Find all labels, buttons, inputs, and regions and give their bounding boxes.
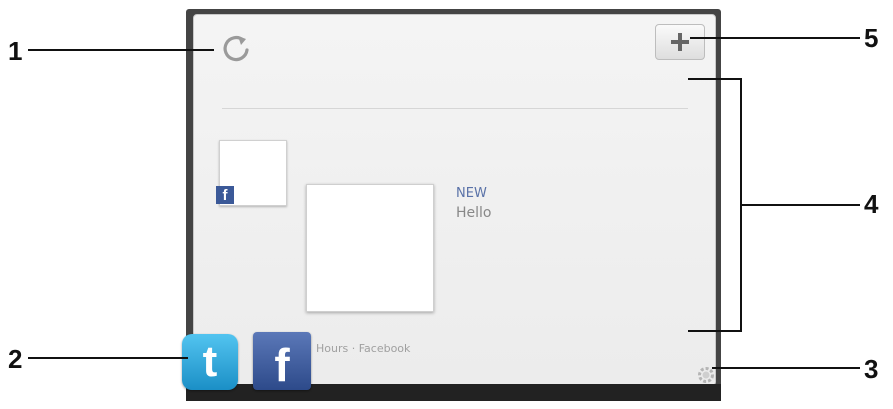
callout-line-4	[740, 204, 860, 206]
bracket-top	[688, 78, 742, 80]
callout-5: 5	[864, 23, 879, 53]
post-title: NEW	[456, 186, 487, 201]
callout-1: 1	[8, 36, 23, 66]
post-image[interactable]	[306, 184, 434, 312]
header-divider	[222, 108, 688, 109]
callout-line-1	[28, 49, 214, 51]
post-body: Hello	[456, 205, 492, 221]
refresh-icon[interactable]	[218, 30, 254, 66]
bracket-bottom	[688, 330, 742, 332]
plus-icon	[671, 33, 689, 51]
callout-4: 4	[864, 189, 879, 219]
callout-2: 2	[8, 344, 23, 374]
facebook-icon[interactable]: f	[253, 332, 311, 390]
facebook-badge-icon: f	[216, 186, 234, 204]
post-meta: Hours · Facebook	[316, 342, 411, 355]
callout-line-2	[28, 357, 188, 359]
callout-line-5	[690, 37, 860, 39]
twitter-icon[interactable]: t	[182, 334, 238, 390]
callout-line-3	[712, 367, 860, 369]
callout-3: 3	[864, 354, 879, 384]
bracket-vertical	[740, 78, 742, 332]
add-button[interactable]	[655, 24, 705, 60]
